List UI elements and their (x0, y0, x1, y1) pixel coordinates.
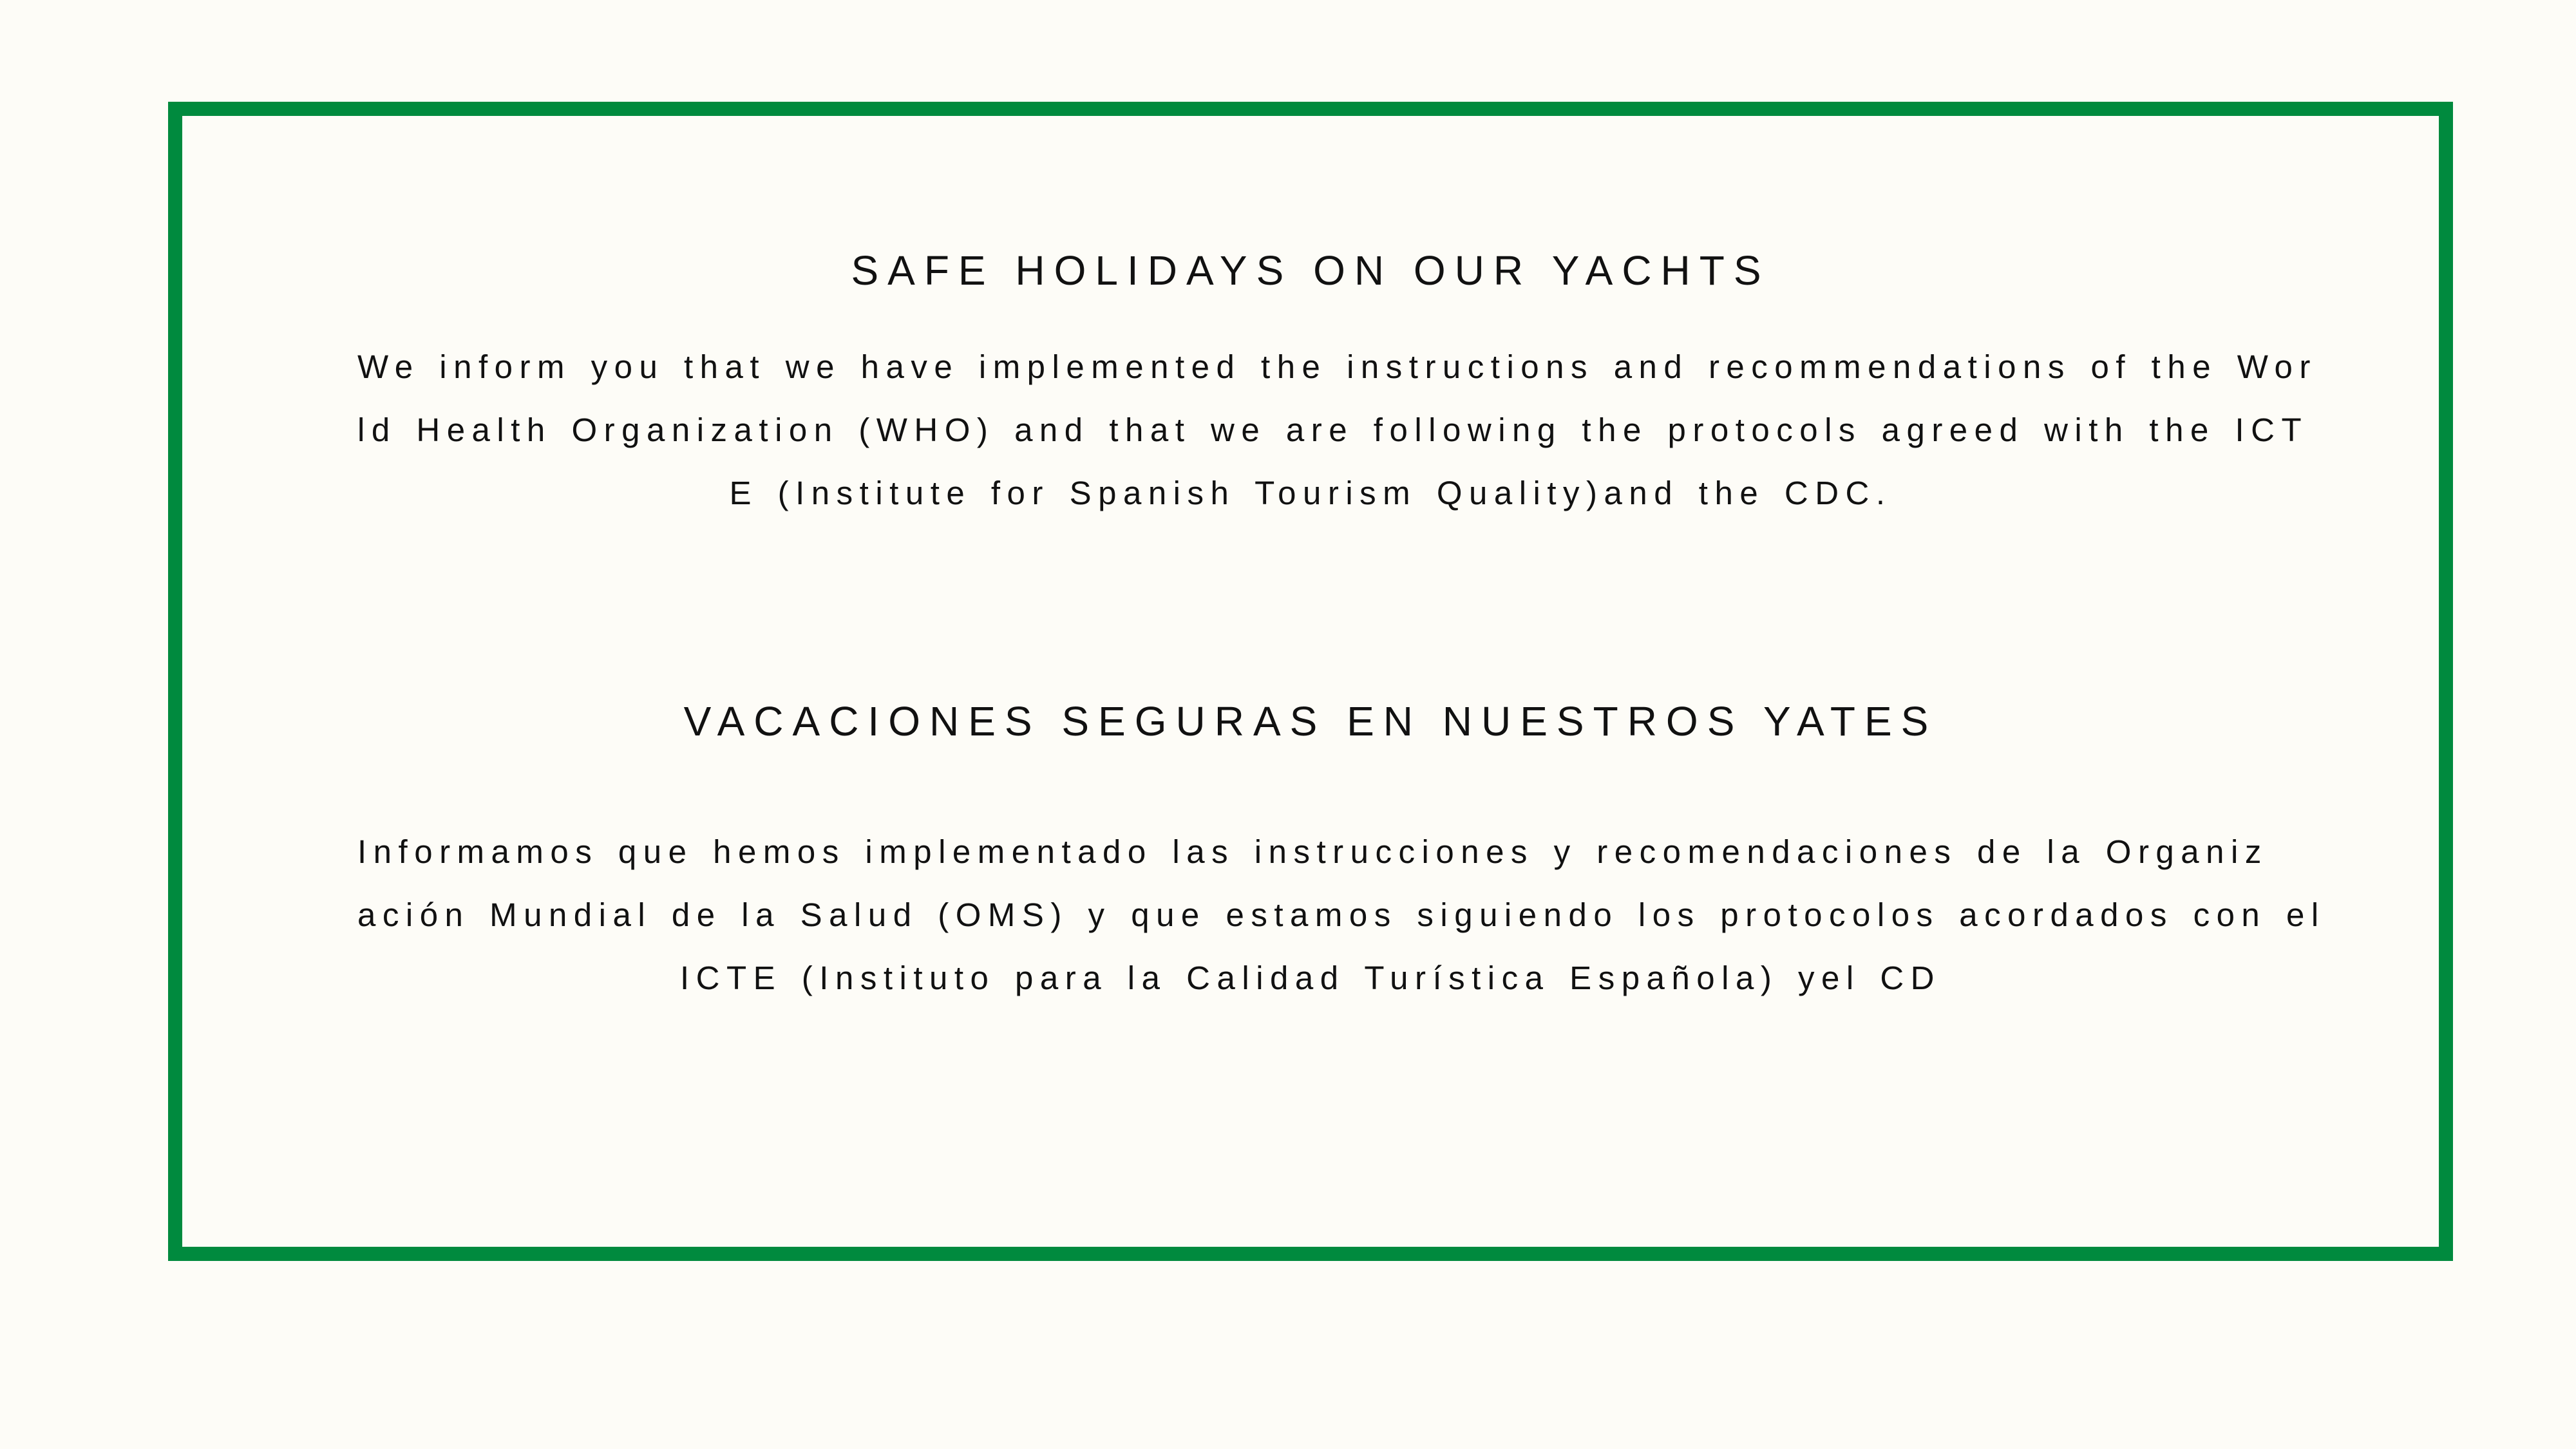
spanish-paragraph: Informamos que hemos implementado las in… (357, 820, 2325, 1010)
english-line-1: We inform you that we have implemented t… (357, 348, 2317, 385)
english-heading: SAFE HOLIDAYS ON OUR YACHTS (851, 247, 1770, 294)
notice-frame: SAFE HOLIDAYS ON OUR YACHTS We inform yo… (168, 102, 2453, 1261)
english-line-3: E (Institute for Spanish Tourism Quality… (729, 475, 1892, 511)
english-paragraph: We inform you that we have implemented t… (357, 336, 2317, 525)
spanish-heading: VACACIONES SEGURAS EN NUESTROS YATES (683, 698, 1938, 744)
spanish-line-2: ación Mundial de la Salud (OMS) y que es… (357, 896, 2325, 933)
english-line-2: ld Health Organization (WHO) and that we… (357, 412, 2309, 448)
spanish-line-3: ICTE (Instituto para la Calidad Turístic… (679, 960, 1942, 996)
spanish-line-1: Informamos que hemos implementado las in… (357, 833, 2268, 870)
